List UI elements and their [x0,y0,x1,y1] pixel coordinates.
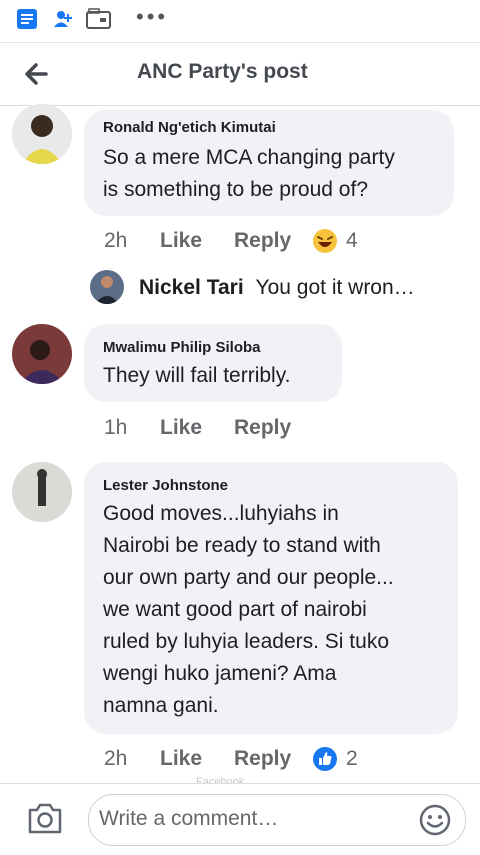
post-header: ANC Party's post [0,43,480,106]
avatar[interactable] [90,270,124,304]
like-button[interactable]: Like [160,229,202,253]
comment-text: Good moves...luhyiahs in Nairobi be read… [103,502,394,717]
comment-time: 2h [104,747,128,770]
like-thumb-icon[interactable] [312,746,338,772]
status-bar: ••• [0,0,480,43]
reaction-count: 4 [346,229,358,252]
comment-author[interactable]: Lester Johnstone [103,477,228,494]
page-title: ANC Party's post [137,60,308,83]
reply-text: You got it wron… [255,276,415,299]
back-arrow-icon[interactable] [20,57,54,91]
add-friend-icon [54,11,72,27]
comment-time: 2h [104,229,128,252]
avatar[interactable] [12,324,72,384]
wallet-icon [86,8,111,29]
camera-icon[interactable] [26,801,64,835]
like-button[interactable]: Like [160,747,202,771]
avatar[interactable] [12,462,72,522]
comment-input[interactable]: Write a comment… [88,794,466,846]
comment-time: 1h [104,416,128,439]
reply-preview[interactable]: Nickel Tari You got it wron… [90,268,470,308]
document-icon [17,9,37,29]
more-dots-icon[interactable]: ••• [136,4,168,30]
comment-text: They will fail terribly. [103,364,291,387]
reply-button[interactable]: Reply [234,747,291,771]
like-button[interactable]: Like [160,416,202,440]
comment-bubble: Ronald Ng'etich Kimutai So a mere MCA ch… [84,110,454,216]
reply-button[interactable]: Reply [234,416,291,440]
comment-author[interactable]: Ronald Ng'etich Kimutai [103,119,276,136]
comment-input-placeholder: Write a comment… [99,807,279,830]
emoji-icon[interactable] [419,804,451,836]
reply-author[interactable]: Nickel Tari [139,276,244,299]
haha-emoji-icon[interactable] [312,228,338,254]
reply-button[interactable]: Reply [234,229,291,253]
comment-bubble: Mwalimu Philip Siloba They will fail ter… [84,324,342,402]
comment-bubble: Lester Johnstone Good moves...luhyiahs i… [84,462,458,734]
reaction-count: 2 [346,747,358,770]
avatar[interactable] [12,104,72,164]
comment-composer: Write a comment… [0,783,480,855]
comment-text: So a mere MCA changing party is somethin… [103,146,395,201]
comment-author[interactable]: Mwalimu Philip Siloba [103,339,261,356]
